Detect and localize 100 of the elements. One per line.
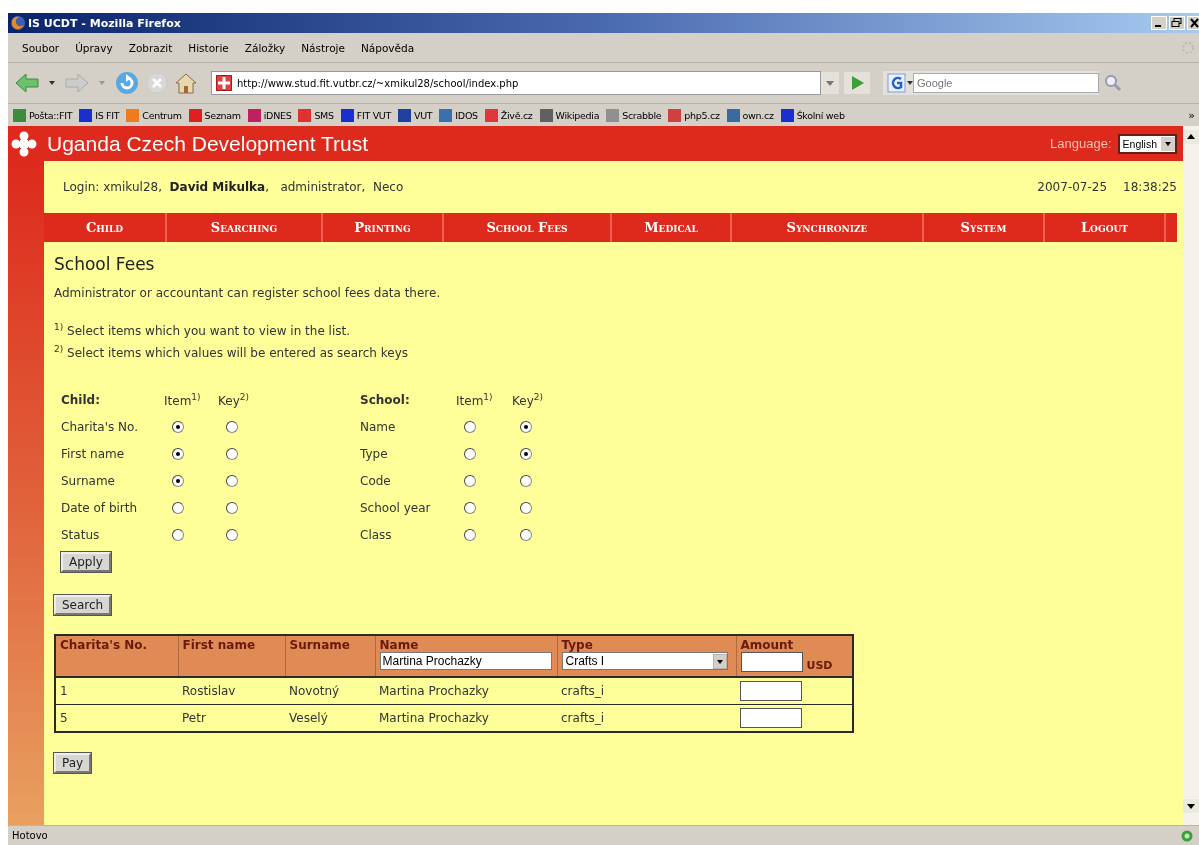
group-label: Child: [61,392,101,407]
bookmark-item[interactable]: Školní web [780,108,845,122]
scroll-up-icon[interactable] [1183,130,1199,144]
table-cell: Novotný [285,677,375,705]
radio-button[interactable] [520,501,532,514]
bookmark-item[interactable]: own.cz [726,108,774,122]
column-header: Charita's No. [55,635,178,677]
bookmark-item[interactable]: Scrabble [606,108,662,122]
radio-button[interactable] [520,474,532,487]
type-select[interactable]: Crafts I [561,652,728,670]
footnote-text: $^{1)}$ Select items which you want to view in the list. [54,321,351,338]
radio-button[interactable] [226,501,238,514]
name-filter-field[interactable]: Martina Prochazky [379,652,552,670]
home-icon[interactable] [174,71,198,95]
bookmark-item[interactable]: iDNES [247,108,292,122]
field-label: Date of birth [61,500,139,515]
column-header: Type Crafts I [557,635,736,677]
pay-button[interactable]: Pay [54,753,92,773]
reload-icon[interactable] [114,70,140,96]
radio-button[interactable] [464,528,476,541]
currency-label: USD [806,659,833,672]
table-cell: crafts_i [557,704,736,732]
bookmark-item[interactable]: SMS [298,108,334,122]
table-cell: Martina Prochazky [375,677,557,705]
nav-link[interactable]: Child [44,213,167,242]
column-header: Name Martina Prochazky [375,635,557,677]
menu-item[interactable]: Záložky [236,41,294,54]
field-label: Status [61,527,101,542]
description-text: Administrator or accountant can register school fees data there. [54,285,441,302]
group-label: School: [360,392,411,407]
radio-button[interactable] [226,420,238,433]
status-text: Hotovo [12,830,48,841]
minimize-icon[interactable] [1151,16,1167,30]
bookmark-item[interactable]: IS FIT [79,108,120,122]
radio-button[interactable] [172,474,184,487]
close-icon[interactable] [1187,16,1199,30]
column-label: Item$^{1)}$ [164,391,202,408]
nav-link[interactable]: Synchronize [732,213,924,242]
menu-item[interactable]: Soubor [14,41,68,54]
scroll-down-icon[interactable] [1183,799,1199,813]
bookmark-item[interactable]: php5.cz [668,108,720,122]
radio-button[interactable] [172,447,184,460]
apply-button[interactable]: Apply [61,552,111,572]
radio-button[interactable] [464,474,476,487]
menu-item[interactable]: Nástroje [293,41,353,54]
amount-filter-field[interactable] [740,652,803,672]
radio-button[interactable] [520,420,532,433]
more-bookmarks-button[interactable]: » [1188,108,1199,122]
language-select[interactable]: English [1117,133,1177,154]
radio-button[interactable] [520,447,532,460]
search-field[interactable]: Google [913,73,1099,93]
amount-field[interactable] [740,681,802,701]
field-label: School year [360,500,432,515]
radio-button[interactable] [464,501,476,514]
bookmark-item[interactable]: Seznam [188,108,241,122]
nav-link[interactable]: Logout [1045,213,1166,242]
menu-item[interactable]: Nápověda [353,41,423,54]
nav-link[interactable]: Medical [612,213,732,242]
bookmark-item[interactable]: Centrum [126,108,182,122]
search-button[interactable]: Search [54,595,112,615]
table-cell: Veselý [285,704,375,732]
table-cell: crafts_i [557,677,736,705]
radio-button[interactable] [226,447,238,460]
login-info: Login: xmikul28, David Mikulka, administrator, Neco [63,180,405,194]
bookmark-item[interactable]: IDOS [439,108,478,122]
menu-item[interactable]: Úpravy [67,41,121,54]
radio-button[interactable] [520,528,532,541]
radio-button[interactable] [172,501,184,514]
amount-field[interactable] [740,708,802,728]
radio-button[interactable] [172,528,184,541]
menu-item[interactable]: Zobrazit [120,41,181,54]
time-text: 18:38:25 [1123,180,1178,194]
search-engine-icon[interactable] [887,73,913,93]
restore-icon[interactable] [1169,16,1185,30]
dropdown-icon [712,653,727,669]
nav-link[interactable]: Printing [323,213,444,242]
table-cell: Petr [178,704,285,732]
column-header: Surname [285,635,375,677]
bookmark-item[interactable]: Wikipedia [539,108,600,122]
bookmark-item[interactable]: Živě.cz [484,108,533,122]
cross-logo-icon [11,130,37,157]
radio-button[interactable] [172,420,184,433]
menu-item[interactable]: Historie [180,41,237,54]
bookmark-item[interactable]: FIT VUT [340,108,391,122]
nav-link[interactable]: Searching [167,213,323,242]
radio-button[interactable] [464,447,476,460]
table-cell: 5 [55,704,178,732]
table-cell: Martina Prochazky [375,704,557,732]
nav-link[interactable]: System [924,213,1045,242]
go-icon[interactable] [844,72,870,94]
radio-button[interactable] [464,420,476,433]
radio-button[interactable] [226,528,238,541]
address-field[interactable]: http://www.stud.fit.vutbr.cz/~xmikul28/school/index.php [211,71,821,95]
table-cell: Rostislav [178,677,285,705]
footnote-text: $^{2)}$ Select items which values will be entered as search keys [54,343,409,360]
dropdown-icon[interactable] [49,80,55,86]
radio-button[interactable] [226,474,238,487]
bookmark-item[interactable]: VUT [398,108,433,122]
bookmark-item[interactable]: Pošta::FIT [13,108,73,122]
nav-link[interactable]: School Fees [444,213,612,242]
